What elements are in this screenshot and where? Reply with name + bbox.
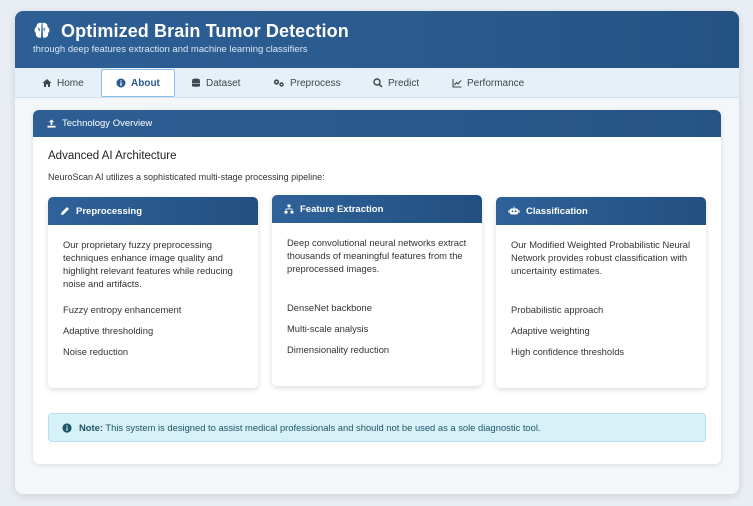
chart-line-icon xyxy=(452,79,462,88)
card-description: Our proprietary fuzzy preprocessing tech… xyxy=(63,239,233,289)
card-header: Classification xyxy=(496,197,706,225)
robot-icon xyxy=(508,206,520,215)
technology-overview-panel: Technology Overview Advanced AI Architec… xyxy=(33,110,721,464)
header: Optimized Brain Tumor Detection through … xyxy=(15,11,739,68)
note-text: Note: This system is designed to assist … xyxy=(79,422,541,433)
sitemap-icon xyxy=(284,204,294,214)
card-title: Feature Extraction xyxy=(300,203,384,215)
section-intro: NeuroScan AI utilizes a sophisticated mu… xyxy=(48,172,325,182)
card-header: Feature Extraction xyxy=(272,195,482,223)
tab-dataset-label: Dataset xyxy=(206,77,241,89)
feature-item: DenseNet backbone xyxy=(287,302,372,313)
card-title: Preprocessing xyxy=(76,205,142,217)
feature-item: Adaptive thresholding xyxy=(63,325,154,336)
search-icon xyxy=(373,78,383,88)
tab-about[interactable]: About xyxy=(101,69,175,97)
feature-item: Dimensionality reduction xyxy=(287,344,390,355)
tab-dataset[interactable]: Dataset xyxy=(191,68,240,98)
note-body: This system is designed to assist medica… xyxy=(102,422,541,433)
upload-icon xyxy=(47,119,56,128)
panel-title: Technology Overview xyxy=(62,118,153,129)
card-description: Deep convolutional neural networks extra… xyxy=(287,237,467,274)
card-feature-extraction: Feature Extraction Deep convolutional ne… xyxy=(272,195,482,386)
section-heading: Advanced AI Architecture xyxy=(48,150,177,162)
app-title: Optimized Brain Tumor Detection xyxy=(61,21,349,41)
pencil-icon xyxy=(61,207,69,215)
tab-performance-label: Performance xyxy=(467,77,525,89)
card-description: Our Modified Weighted Probabilistic Neur… xyxy=(511,239,691,276)
brain-icon xyxy=(34,22,50,38)
disclaimer-note: Note: This system is designed to assist … xyxy=(48,413,706,442)
tab-home[interactable]: Home xyxy=(42,68,84,98)
card-preprocessing: Preprocessing Our proprietary fuzzy prep… xyxy=(48,197,258,388)
feature-item: Noise reduction xyxy=(63,346,129,357)
card-classification: Classification Our Modified Weighted Pro… xyxy=(496,197,706,388)
info-icon xyxy=(116,78,126,88)
tab-predict[interactable]: Predict xyxy=(373,68,419,98)
tab-predict-label: Predict xyxy=(388,77,420,89)
tab-home-label: Home xyxy=(57,77,84,89)
note-label: Note: xyxy=(79,422,103,433)
card-title: Classification xyxy=(526,205,588,217)
nav-bar: Home About Dataset Preprocess Predict Pe… xyxy=(15,68,739,98)
app-window: Optimized Brain Tumor Detection through … xyxy=(15,11,739,494)
database-icon xyxy=(191,78,201,87)
feature-item: Adaptive weighting xyxy=(511,325,590,336)
tab-preprocess[interactable]: Preprocess xyxy=(273,68,341,98)
card-header: Preprocessing xyxy=(48,197,258,225)
feature-item: High confidence thresholds xyxy=(511,346,625,357)
feature-item: Fuzzy entropy enhancement xyxy=(63,304,182,315)
feature-item: Probabilistic approach xyxy=(511,304,604,315)
tab-performance[interactable]: Performance xyxy=(452,68,524,98)
info-icon xyxy=(62,422,72,433)
home-icon xyxy=(42,79,52,87)
tab-about-label: About xyxy=(131,77,160,89)
panel-header: Technology Overview xyxy=(33,110,721,137)
tab-preprocess-label: Preprocess xyxy=(290,77,341,89)
app-subtitle: through deep features extraction and mac… xyxy=(33,44,308,55)
feature-item: Multi-scale analysis xyxy=(287,323,369,334)
gears-icon xyxy=(273,79,284,87)
